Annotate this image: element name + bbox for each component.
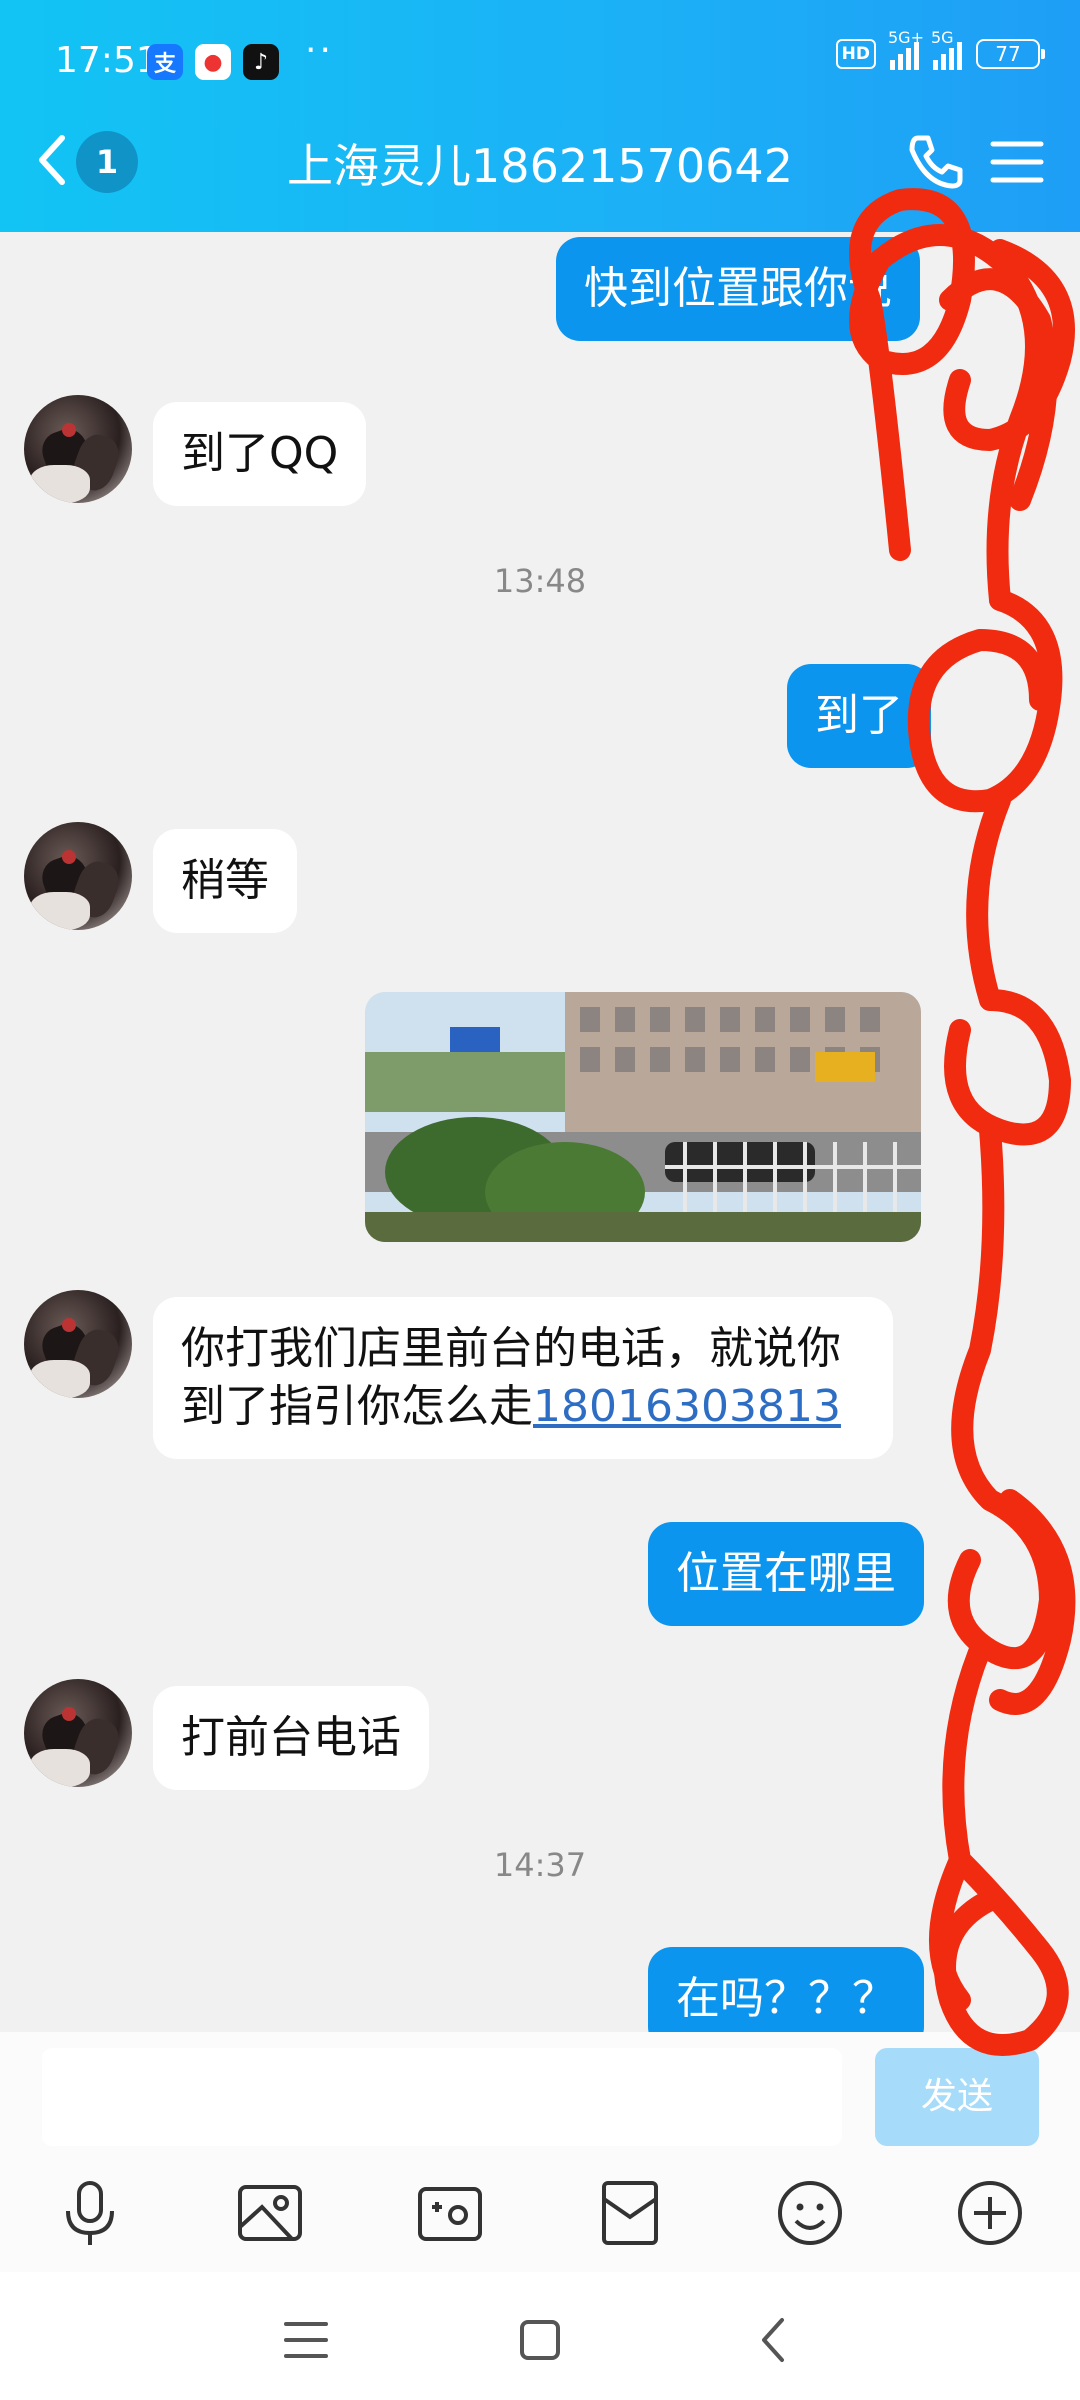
contact-avatar[interactable] <box>24 1290 132 1398</box>
message-bubble[interactable]: 打前台电话 <box>153 1686 429 1790</box>
message-bubble[interactable]: 稍等 <box>153 829 297 933</box>
recent-apps-icon[interactable] <box>276 2310 336 2370</box>
message-input[interactable] <box>42 2048 842 2146</box>
message-list[interactable]: 快到位置跟你说 到了QQ 13:48 到了 稍等 你打我们店里前台的电话，就说你… <box>0 232 1080 2032</box>
status-right: HD 5G+ 5G 77 <box>835 28 1045 70</box>
battery-icon: 77 <box>976 39 1045 69</box>
more-notifications-icon: ·· <box>305 30 334 71</box>
emoji-icon[interactable] <box>774 2177 846 2249</box>
signal-icon: 5G+ <box>888 28 924 70</box>
street-photo-image[interactable] <box>365 992 921 1242</box>
phone-number-link[interactable]: 18016303813 <box>533 1381 841 1432</box>
chat-header: 17:51 支 ● ♪ ·· HD 5G+ 5G 77 1 上海灵儿186215… <box>0 0 1080 232</box>
send-button[interactable]: 发送 <box>875 2048 1039 2146</box>
status-app-icons: 支 ● ♪ <box>147 44 279 80</box>
red-envelope-icon[interactable] <box>594 2177 666 2249</box>
signal-icon-2: 5G <box>931 28 962 70</box>
phone-call-icon[interactable] <box>904 130 968 194</box>
input-bar: 发送 <box>0 2032 1080 2272</box>
message-bubble[interactable]: 到了QQ <box>153 402 367 506</box>
status-time: 17:51 <box>55 40 159 81</box>
timestamp: 14:37 <box>493 1846 587 1884</box>
back-icon[interactable] <box>744 2310 804 2370</box>
message-text: 你打我们店里前台的电话，就说你 <box>181 1323 841 1374</box>
message-bubble[interactable]: 在吗？？？ <box>648 1947 924 2032</box>
home-icon[interactable] <box>510 2310 570 2370</box>
status-bar: 17:51 支 ● ♪ ·· HD 5G+ 5G 77 <box>55 28 1045 88</box>
contact-avatar[interactable] <box>24 395 132 503</box>
microphone-icon[interactable] <box>54 2177 126 2249</box>
message-bubble[interactable]: 快到位置跟你说 <box>556 237 920 341</box>
input-toolbar <box>0 2177 1080 2257</box>
message-bubble[interactable]: 到了 <box>787 664 931 768</box>
system-nav-bar <box>0 2272 1080 2400</box>
timestamp: 13:48 <box>493 562 587 600</box>
hd-badge: HD <box>835 39 876 69</box>
image-icon[interactable] <box>234 2177 306 2249</box>
plus-icon[interactable] <box>954 2177 1026 2249</box>
app-red-icon: ● <box>195 44 231 80</box>
message-text: 到了指引你怎么走 <box>181 1381 533 1432</box>
contact-avatar[interactable] <box>24 1679 132 1787</box>
contact-avatar[interactable] <box>24 822 132 930</box>
alipay-icon: 支 <box>147 44 183 80</box>
message-bubble[interactable]: 位置在哪里 <box>648 1522 924 1626</box>
menu-icon[interactable] <box>985 130 1049 194</box>
message-bubble[interactable]: 你打我们店里前台的电话，就说你 到了指引你怎么走18016303813 <box>153 1297 893 1459</box>
camera-icon[interactable] <box>414 2177 486 2249</box>
tiktok-icon: ♪ <box>243 44 279 80</box>
